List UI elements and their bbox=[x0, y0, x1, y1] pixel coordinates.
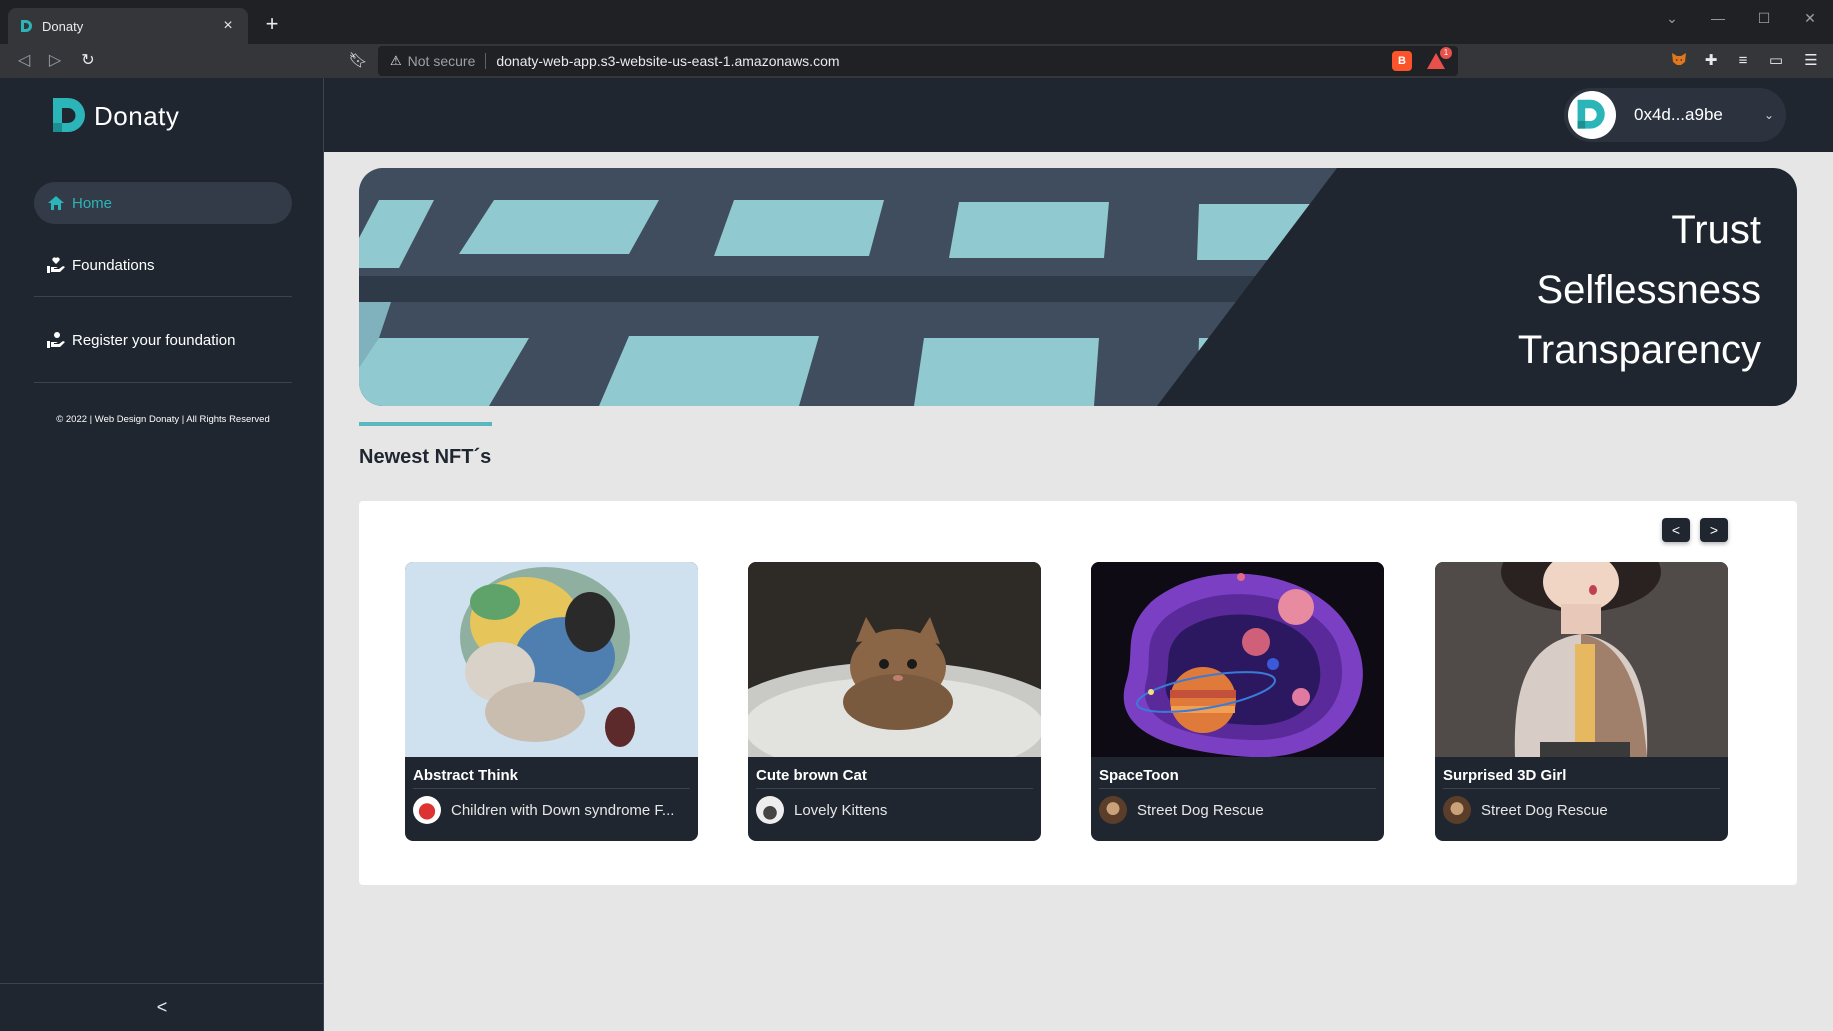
nft-foundation[interactable]: Street Dog Rescue bbox=[1099, 796, 1376, 824]
collapse-sidebar-button[interactable]: < bbox=[0, 983, 324, 1031]
nav-register-label: Register your foundation bbox=[72, 331, 236, 349]
nft-image-cute-brown-cat bbox=[748, 562, 1041, 757]
forward-icon[interactable]: ▷ bbox=[43, 49, 67, 73]
logo-text: Donaty bbox=[94, 100, 180, 131]
nft-image-surprised-3d-girl bbox=[1435, 562, 1728, 757]
nft-title: Abstract Think bbox=[413, 767, 519, 784]
nav-foundations[interactable]: Foundations bbox=[34, 244, 292, 286]
warning-icon: ⚠ bbox=[390, 53, 402, 68]
card-separator bbox=[413, 788, 690, 789]
reading-list-icon[interactable]: ≡ bbox=[1732, 50, 1754, 72]
donaty-logo-icon bbox=[1577, 99, 1605, 129]
brave-rewards-icon[interactable]: 1 bbox=[1426, 47, 1452, 71]
nft-card[interactable]: Cute brown Cat Lovely Kittens bbox=[748, 562, 1041, 841]
foundation-avatar bbox=[1443, 796, 1471, 824]
sidebar-divider bbox=[34, 382, 292, 383]
nft-foundation[interactable]: Lovely Kittens bbox=[756, 796, 1033, 824]
nft-title: Cute brown Cat bbox=[756, 767, 867, 784]
tab-search-icon[interactable]: ⌄ bbox=[1649, 4, 1695, 32]
bookmark-icon[interactable]: 🔖︎ bbox=[346, 49, 370, 73]
wallet-extension-icon[interactable]: ▭ bbox=[1765, 50, 1787, 72]
metamask-icon[interactable] bbox=[1668, 50, 1690, 72]
url-text[interactable]: donaty-web-app.s3-website-us-east-1.amaz… bbox=[496, 53, 1378, 69]
foundation-name: Street Dog Rescue bbox=[1137, 801, 1264, 819]
logo[interactable]: Donaty bbox=[50, 96, 179, 136]
foundation-name: Street Dog Rescue bbox=[1481, 801, 1608, 819]
sidebar: Donaty Home Foundations Register your fo… bbox=[0, 78, 324, 1031]
not-secure-label[interactable]: Not secure bbox=[408, 53, 487, 69]
donaty-favicon-icon bbox=[18, 18, 34, 34]
nav-register-foundation[interactable]: Register your foundation bbox=[34, 319, 292, 361]
browser-tab[interactable]: Donaty × bbox=[8, 8, 248, 44]
brave-shield-icon[interactable]: B bbox=[1392, 51, 1412, 71]
nft-title: Surprised 3D Girl bbox=[1443, 767, 1567, 784]
app-root: Donaty Home Foundations Register your fo… bbox=[0, 78, 1833, 1031]
card-separator bbox=[1099, 788, 1376, 789]
nft-foundation[interactable]: Street Dog Rescue bbox=[1443, 796, 1720, 824]
back-icon[interactable]: ◁ bbox=[12, 49, 36, 73]
home-icon bbox=[46, 193, 66, 213]
copyright-text: © 2022 | Web Design Donaty | All Rights … bbox=[56, 414, 270, 425]
hero-word-trust: Trust bbox=[1671, 208, 1761, 252]
wallet-avatar bbox=[1568, 91, 1616, 139]
extensions-icon[interactable]: ✚ bbox=[1700, 50, 1722, 72]
nft-image-abstract-think bbox=[405, 562, 698, 757]
chevron-down-icon: ⌄ bbox=[1763, 108, 1774, 122]
nft-foundation[interactable]: Children with Down syndrome F... bbox=[413, 796, 690, 824]
wallet-button[interactable]: 0x4d...a9be ⌄ bbox=[1564, 88, 1786, 142]
nav-foundations-label: Foundations bbox=[72, 256, 155, 274]
nft-title: SpaceToon bbox=[1099, 767, 1179, 784]
nav-home[interactable]: Home bbox=[34, 182, 292, 224]
wallet-address: 0x4d...a9be bbox=[1634, 105, 1723, 124]
hand-user-icon bbox=[46, 330, 66, 350]
browser-toolbar: ◁ ▷ ↻ 🔖︎ ⚠ Not secure donaty-web-app.s3-… bbox=[0, 44, 1833, 78]
foundation-avatar bbox=[413, 796, 441, 824]
new-tab-button[interactable]: + bbox=[258, 10, 286, 38]
card-separator bbox=[1443, 788, 1720, 789]
topbar: 0x4d...a9be ⌄ bbox=[324, 78, 1833, 152]
nft-card[interactable]: SpaceToon Street Dog Rescue bbox=[1091, 562, 1384, 841]
card-separator bbox=[756, 788, 1033, 789]
tab-close-icon[interactable]: × bbox=[218, 17, 238, 35]
foundation-name: Children with Down syndrome F... bbox=[451, 801, 675, 819]
menu-icon[interactable]: ☰ bbox=[1800, 50, 1822, 72]
hero-word-transparency: Transparency bbox=[1517, 328, 1761, 372]
hero-words: Trust Selflessness Transparency bbox=[1518, 200, 1761, 380]
foundation-avatar bbox=[756, 796, 784, 824]
address-bar[interactable]: ⚠ Not secure donaty-web-app.s3-website-u… bbox=[378, 46, 1458, 76]
close-window-icon[interactable]: ✕ bbox=[1787, 4, 1833, 32]
nav-home-label: Home bbox=[72, 194, 113, 212]
carousel-prev-button[interactable]: < bbox=[1662, 518, 1690, 542]
maximize-icon[interactable]: ☐ bbox=[1741, 4, 1787, 32]
minimize-icon[interactable]: — bbox=[1695, 4, 1741, 32]
nft-card[interactable]: Abstract Think Children with Down syndro… bbox=[405, 562, 698, 841]
foundation-avatar bbox=[1099, 796, 1127, 824]
rewards-badge: 1 bbox=[1440, 47, 1452, 59]
carousel-next-button[interactable]: > bbox=[1700, 518, 1728, 542]
sidebar-divider bbox=[34, 296, 292, 297]
tab-title: Donaty bbox=[42, 18, 84, 34]
reload-icon[interactable]: ↻ bbox=[76, 49, 100, 73]
hero-word-selflessness: Selflessness bbox=[1536, 268, 1761, 312]
hand-heart-icon bbox=[46, 255, 66, 275]
browser-tabbar: Donaty × + ⌄ — ☐ ✕ bbox=[0, 0, 1833, 44]
section-accent-line bbox=[359, 422, 492, 426]
section-title: Newest NFT´s bbox=[359, 446, 492, 468]
hero-banner: Trust Selflessness Transparency bbox=[359, 168, 1797, 406]
donaty-logo-icon bbox=[53, 98, 85, 132]
nft-image-spacetoon bbox=[1091, 562, 1384, 757]
nft-carousel: < > Abstract Think Children with Down sy… bbox=[359, 501, 1797, 885]
nft-card[interactable]: Surprised 3D Girl Street Dog Rescue bbox=[1435, 562, 1728, 841]
foundation-name: Lovely Kittens bbox=[794, 801, 888, 819]
